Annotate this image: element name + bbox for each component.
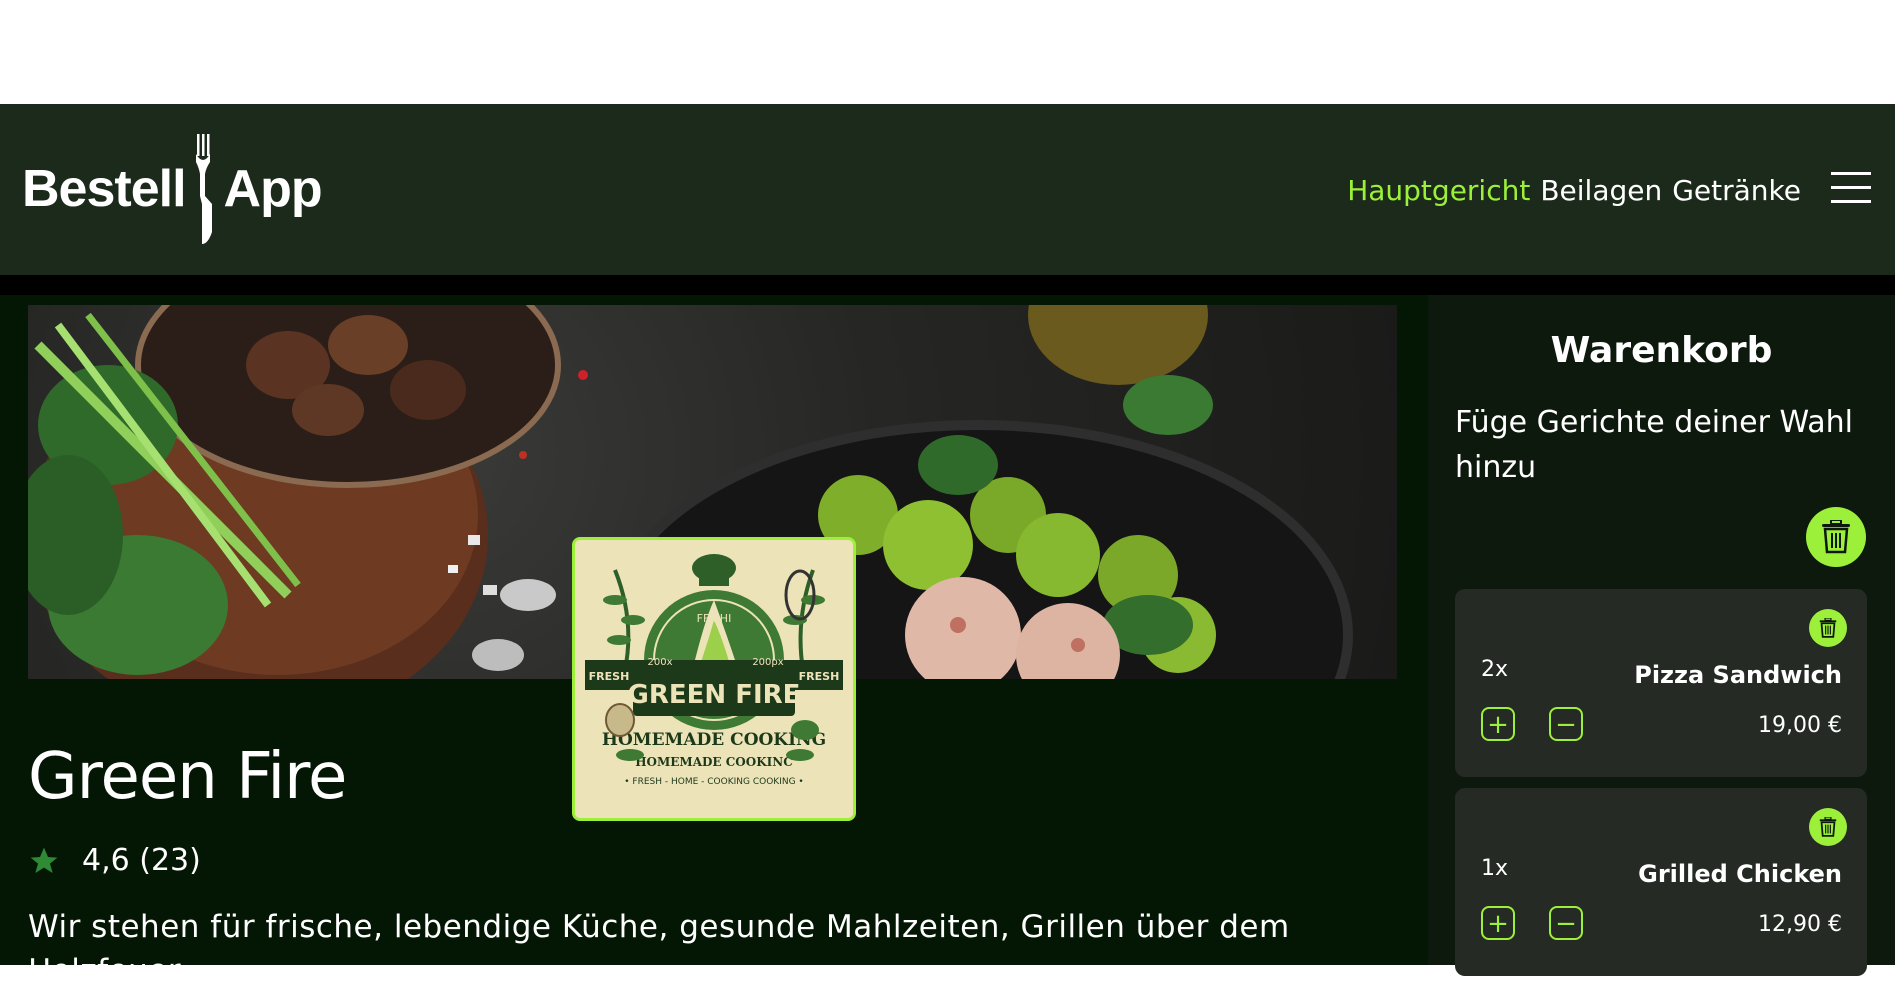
main-nav: Hauptgericht Beilagen Getränke	[1347, 174, 1801, 207]
cart-title: Warenkorb	[1550, 330, 1773, 371]
logo-title: GREEN FIRE	[628, 680, 801, 710]
increase-quantity-button[interactable]: +	[1481, 707, 1515, 741]
cart-hint: Füge Gerichte deiner Wahl hinzu	[1455, 405, 1853, 485]
star-icon	[30, 847, 58, 873]
cart-item: 2x Pizza Sandwich + − 19,00 €	[1455, 589, 1867, 777]
site-header: Bestell App Hauptgericht Beilagen Geträn…	[0, 104, 1895, 275]
restaurant-name: Green Fire	[28, 740, 347, 814]
restaurant-logo: GREEN FIRE FRESH FRESH 200x 200px FF SHI…	[572, 537, 856, 821]
item-name: Grilled Chicken	[1638, 860, 1842, 888]
trash-icon	[1819, 618, 1837, 638]
item-quantity: 2x	[1481, 657, 1509, 682]
fork-icon	[195, 134, 212, 244]
bestellapp-logo[interactable]: Bestell App	[22, 134, 323, 244]
item-name: Pizza Sandwich	[1634, 661, 1842, 689]
restaurant-description: Wir stehen für frische, lebendige Küche,…	[28, 909, 1290, 989]
trash-icon	[1822, 520, 1850, 554]
logo-arc-top: FF SHI	[697, 612, 732, 625]
logo-fresh-right: FRESH	[799, 670, 840, 683]
remove-item-button[interactable]	[1809, 609, 1847, 647]
nav-beilagen[interactable]: Beilagen	[1540, 174, 1662, 207]
item-quantity: 1x	[1481, 856, 1509, 881]
item-price: 12,90 €	[1758, 912, 1842, 937]
logo-small-left: 200x	[647, 657, 672, 668]
remove-item-button[interactable]	[1809, 808, 1847, 846]
logo-fresh-left: FRESH	[589, 670, 630, 683]
decrease-quantity-button[interactable]: −	[1549, 906, 1583, 940]
increase-quantity-button[interactable]: +	[1481, 906, 1515, 940]
logo-text-right: App	[223, 160, 323, 218]
rating-value: 4,6 (23)	[82, 843, 201, 878]
decrease-quantity-button[interactable]: −	[1549, 707, 1583, 741]
restaurant-section: GREEN FIRE FRESH FRESH 200x 200px FF SHI…	[0, 295, 1428, 989]
trash-icon	[1819, 817, 1837, 837]
header-divider	[0, 275, 1895, 295]
logo-text-left: Bestell	[22, 160, 187, 218]
nav-getraenke[interactable]: Getränke	[1672, 174, 1801, 207]
hamburger-icon[interactable]	[1831, 172, 1871, 206]
cart-item: 1x Grilled Chicken + − 12,90 €	[1455, 788, 1867, 976]
logo-footer: • FRESH - HOME - COOKING COOKING •	[624, 777, 803, 787]
logo-small-right: 200px	[752, 657, 783, 668]
nav-hauptgericht[interactable]: Hauptgericht	[1347, 174, 1530, 207]
logo-sub: HOMEMADE COOKINC	[635, 755, 793, 769]
clear-cart-button[interactable]	[1806, 507, 1866, 567]
rating: 4,6 (23)	[28, 843, 201, 878]
item-price: 19,00 €	[1758, 713, 1842, 738]
